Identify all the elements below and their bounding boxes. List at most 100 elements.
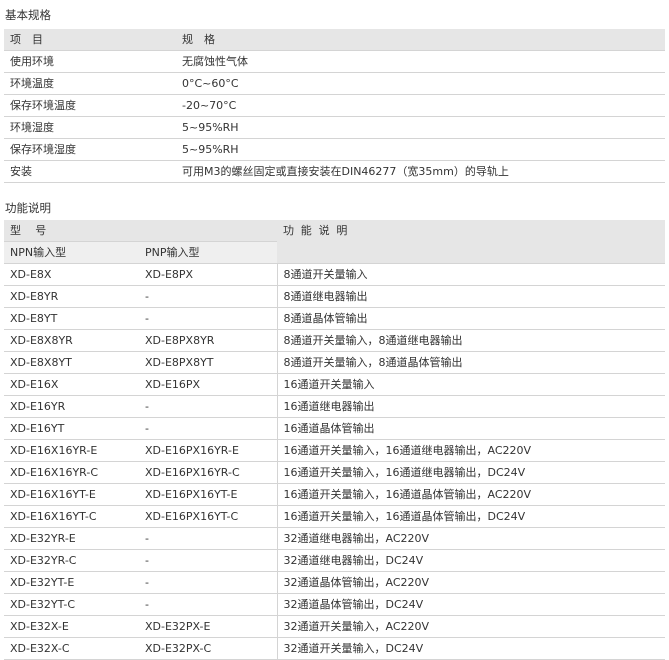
spec-row: 保存环境湿度 5~95%RH — [4, 138, 665, 161]
function-desc: 16通道开关量输入，16通道晶体管输出，AC220V — [276, 483, 666, 506]
function-desc: 16通道晶体管输出 — [276, 417, 666, 440]
npn-model: XD-E32X-C — [4, 637, 139, 660]
npn-model: XD-E16X16YT-E — [4, 483, 139, 506]
npn-model: XD-E16X16YT-C — [4, 505, 139, 528]
function-desc: 16通道开关量输入，16通道继电器输出，DC24V — [276, 461, 666, 484]
spec-value: 可用M3的螺丝固定或直接安装在DIN46277（宽35mm）的导轨上 — [176, 160, 665, 183]
npn-model: XD-E16X16YR-C — [4, 461, 139, 484]
function-desc: 8通道晶体管输出 — [276, 307, 666, 330]
spec-row: 安装 可用M3的螺丝固定或直接安装在DIN46277（宽35mm）的导轨上 — [4, 160, 665, 183]
npn-model: XD-E8YR — [4, 285, 139, 308]
pnp-model: XD-E32PX-C — [139, 637, 278, 660]
spec-row: 使用环境 无腐蚀性气体 — [4, 50, 665, 73]
npn-model: XD-E16YR — [4, 395, 139, 418]
npn-model: XD-E32YT-C — [4, 593, 139, 616]
model-row: XD-E8X XD-E8PX 8通道开关量输入 — [4, 263, 666, 286]
function-desc: 8通道开关量输入，8通道晶体管输出 — [276, 351, 666, 374]
function-desc: 32通道继电器输出，DC24V — [276, 549, 666, 572]
function-desc: 32通道晶体管输出，AC220V — [276, 571, 666, 594]
pnp-model: - — [139, 593, 278, 616]
pnp-model: XD-E16PX16YT-E — [139, 483, 278, 506]
pnp-model: - — [139, 549, 278, 572]
function-desc: 8通道开关量输入 — [276, 263, 666, 286]
spec-row: 保存环境温度 -20~70°C — [4, 94, 665, 117]
model-row: XD-E8YT -8通道晶体管输出 — [4, 307, 666, 330]
pnp-model: - — [139, 527, 278, 550]
function-desc: 32通道开关量输入，DC24V — [276, 637, 666, 660]
function-desc: 16通道开关量输入 — [276, 373, 666, 396]
spec-value: -20~70°C — [176, 94, 665, 117]
spec-value: 5~95%RH — [176, 116, 665, 139]
pnp-model: - — [139, 571, 278, 594]
npn-model: XD-E8X — [4, 263, 139, 286]
model-row: XD-E16X16YT-E XD-E16PX16YT-E 16通道开关量输入，16通… — [4, 483, 666, 506]
model-row: XD-E8X8YR XD-E8PX8YR 8通道开关量输入，8通道继电器输出 — [4, 329, 666, 352]
npn-model: XD-E32X-E — [4, 615, 139, 638]
spec-item: 安装 — [4, 160, 176, 183]
pnp-model: - — [139, 417, 278, 440]
pnp-model: - — [139, 285, 278, 308]
model-row: XD-E16X16YR-C XD-E16PX16YR-C 16通道开关量输入，16通… — [4, 461, 666, 484]
spec-value: 0°C~60°C — [176, 72, 665, 95]
npn-model: XD-E16X16YR-E — [4, 439, 139, 462]
spec-value: 无腐蚀性气体 — [176, 50, 665, 73]
npn-model: XD-E8X8YT — [4, 351, 139, 374]
npn-model: XD-E8YT — [4, 307, 139, 330]
pnp-model: XD-E16PX16YR-C — [139, 461, 278, 484]
spec-item: 环境湿度 — [4, 116, 176, 139]
pnp-model: XD-E16PX16YT-C — [139, 505, 278, 528]
npn-model: XD-E16X — [4, 373, 139, 396]
spec-item: 使用环境 — [4, 50, 176, 73]
pnp-model: XD-E16PX16YR-E — [139, 439, 278, 462]
pnp-model: XD-E32PX-E — [139, 615, 278, 638]
npn-model: XD-E16YT — [4, 417, 139, 440]
header-item: 项 目 — [4, 29, 176, 51]
header-npn: NPN输入型 — [4, 241, 139, 264]
model-row: XD-E16X XD-E16PX 16通道开关量输入 — [4, 373, 666, 396]
spec-row: 环境温度 0°C~60°C — [4, 72, 665, 95]
spec-value: 5~95%RH — [176, 138, 665, 161]
spec-item: 保存环境温度 — [4, 94, 176, 117]
function-title: 功能说明 — [5, 201, 51, 215]
pnp-model: - — [139, 307, 278, 330]
function-desc: 32通道晶体管输出，DC24V — [276, 593, 666, 616]
model-row: XD-E32X-C XD-E32PX-C 32通道开关量输入，DC24V — [4, 637, 666, 660]
function-desc: 16通道开关量输入，16通道晶体管输出，DC24V — [276, 505, 666, 528]
header-spec: 规 格 — [176, 29, 665, 51]
function-desc: 32通道开关量输入，AC220V — [276, 615, 666, 638]
basic-spec-header-row: 项 目 规 格 — [4, 29, 665, 51]
model-row: XD-E16YT -16通道晶体管输出 — [4, 417, 666, 440]
model-row: XD-E32YT-E -32通道晶体管输出，AC220V — [4, 571, 666, 594]
model-row: XD-E16X16YT-C XD-E16PX16YT-C 16通道开关量输入，16通… — [4, 505, 666, 528]
function-desc: 8通道继电器输出 — [276, 285, 666, 308]
model-row: XD-E32YR-C -32通道继电器输出，DC24V — [4, 549, 666, 572]
pnp-model: XD-E8PX8YR — [139, 329, 278, 352]
model-row: XD-E16YR -16通道继电器输出 — [4, 395, 666, 418]
function-desc: 8通道开关量输入，8通道继电器输出 — [276, 329, 666, 352]
function-header-row: 型 号 功 能 说 明 — [4, 220, 666, 264]
pnp-model: XD-E16PX — [139, 373, 278, 396]
basic-spec-table: 项 目 规 格 使用环境 无腐蚀性气体 环境温度 0°C~60°C 保存环境温度 -20~… — [4, 29, 665, 183]
model-row: XD-E32X-E XD-E32PX-E 32通道开关量输入，AC220V — [4, 615, 666, 638]
spec-item: 环境温度 — [4, 72, 176, 95]
function-table: 型 号 功 能 说 明 NPN输入型 PNP输入型 XD-E8X XD-E8PX 8… — [4, 220, 666, 660]
function-desc: 32通道继电器输出，AC220V — [276, 527, 666, 550]
function-desc: 16通道开关量输入，16通道继电器输出，AC220V — [276, 439, 666, 462]
pnp-model: XD-E8PX8YT — [139, 351, 278, 374]
header-pnp: PNP输入型 — [139, 241, 278, 264]
pnp-model: XD-E8PX — [139, 263, 278, 286]
header-model: 型 号 — [4, 220, 278, 242]
header-function: 功 能 说 明 — [277, 220, 666, 264]
npn-model: XD-E32YR-C — [4, 549, 139, 572]
npn-model: XD-E32YR-E — [4, 527, 139, 550]
spec-item: 保存环境湿度 — [4, 138, 176, 161]
model-row: XD-E32YR-E -32通道继电器输出，AC220V — [4, 527, 666, 550]
function-desc: 16通道继电器输出 — [276, 395, 666, 418]
spec-row: 环境湿度 5~95%RH — [4, 116, 665, 139]
npn-model: XD-E8X8YR — [4, 329, 139, 352]
model-row: XD-E16X16YR-E XD-E16PX16YR-E 16通道开关量输入，16通… — [4, 439, 666, 462]
model-row: XD-E32YT-C -32通道晶体管输出，DC24V — [4, 593, 666, 616]
basic-spec-title: 基本规格 — [5, 8, 51, 22]
pnp-model: - — [139, 395, 278, 418]
npn-model: XD-E32YT-E — [4, 571, 139, 594]
